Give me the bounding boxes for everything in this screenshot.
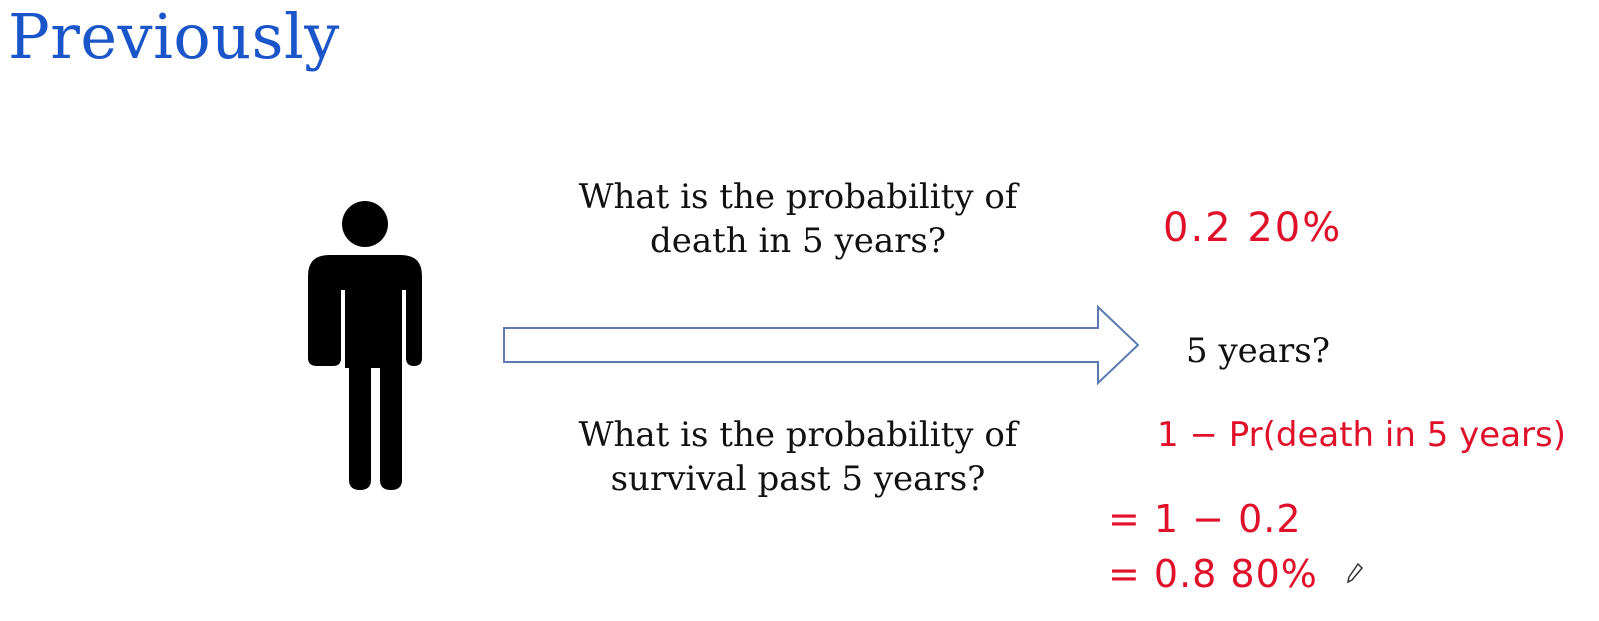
question-survival-line-2: survival past 5 years? [610, 459, 986, 499]
question-survival: What is the probability of survival past… [528, 413, 1068, 501]
question-death-line-2: death in 5 years? [649, 221, 947, 261]
handwritten-step-one: = 1 − 0.2 [1108, 497, 1302, 541]
person-body [308, 255, 422, 490]
person-icon [308, 201, 422, 490]
handwritten-death-answer: 0.2 20% [1163, 205, 1343, 251]
slide-title: Previously [8, 0, 340, 73]
arrow-label: 5 years? [1186, 331, 1330, 371]
person-head [342, 201, 388, 247]
right-arrow-icon [503, 304, 1140, 386]
handwritten-step-two: = 0.8 80% [1108, 552, 1318, 596]
question-death: What is the probability of death in 5 ye… [528, 175, 1068, 263]
question-survival-line-1: What is the probability of [578, 415, 1018, 455]
pen-cursor-icon [1346, 562, 1364, 584]
handwritten-survival-formula: 1 − Pr(death in 5 years) [1157, 415, 1566, 455]
question-death-line-1: What is the probability of [578, 177, 1018, 217]
